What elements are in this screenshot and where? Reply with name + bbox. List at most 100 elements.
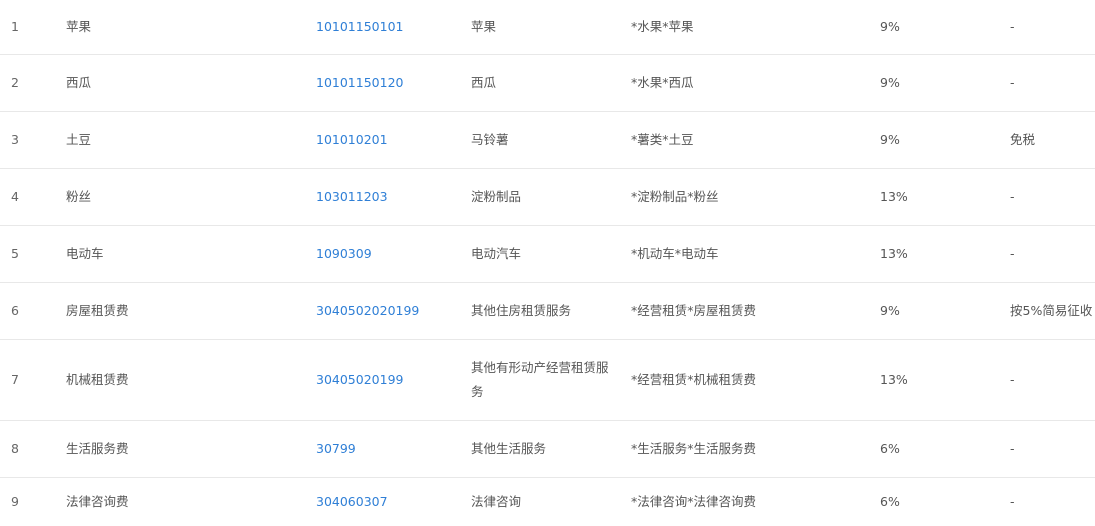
table-row[interactable]: 1 苹果 10101150101 苹果 *水果*苹果 9% - [0,0,1095,55]
tax-rate-cell: 13% [880,169,980,225]
product-name: 电动车 [66,246,104,261]
row-index-cell: 7 [11,340,51,420]
tax-code-link[interactable]: 304060307 [316,490,388,514]
short-name-cell: *法律咨询*法律咨询费 [631,478,861,526]
short-name-cell: *水果*西瓜 [631,55,861,111]
tax-category-cell: 马铃薯 [471,112,621,168]
tax-code-link-cell[interactable]: 103011203 [316,169,456,225]
preferential-policy-cell: - [1010,421,1095,477]
tax-rate: 6% [880,494,900,509]
tax-rate: 6% [880,441,900,456]
product-name: 机械租赁费 [66,372,129,387]
tax-code-link-cell[interactable]: 10101150120 [316,55,456,111]
preferential-policy-cell: - [1010,0,1095,54]
preferential-policy: - [1010,372,1015,387]
row-index-cell: 1 [11,0,51,54]
tax-code-link-cell[interactable]: 10101150101 [316,0,456,54]
tax-code-link[interactable]: 3040502020199 [316,299,419,323]
short-name-cell: *经营租赁*机械租赁费 [631,340,861,420]
tax-code-link[interactable]: 1090309 [316,242,372,266]
short-name-cell: *水果*苹果 [631,0,861,54]
table-row[interactable]: 9 法律咨询费 304060307 法律咨询 *法律咨询*法律咨询费 6% - [0,478,1095,526]
tax-rate: 13% [880,246,908,261]
tax-rate: 13% [880,189,908,204]
tax-code-link[interactable]: 10101150120 [316,71,403,95]
tax-code-link-cell[interactable]: 30799 [316,421,456,477]
tax-category: 其他生活服务 [471,441,547,456]
table-row[interactable]: 6 房屋租赁费 3040502020199 其他住房租赁服务 *经营租赁*房屋租赁费 9%… [0,283,1095,340]
tax-code-link-cell[interactable]: 1090309 [316,226,456,282]
tax-rate: 9% [880,19,900,34]
row-index: 2 [11,75,19,90]
short-name: *生活服务*生活服务费 [631,441,757,456]
tax-category: 其他有形动产经营租赁服务 [471,360,609,399]
short-name: *淀粉制品*粉丝 [631,189,719,204]
preferential-policy: - [1010,75,1015,90]
table-row[interactable]: 2 西瓜 10101150120 西瓜 *水果*西瓜 9% - [0,55,1095,112]
tax-category: 苹果 [471,19,497,34]
tax-rate: 9% [880,75,900,90]
preferential-policy: - [1010,246,1015,261]
tax-code-link[interactable]: 30799 [316,437,356,461]
short-name: *水果*苹果 [631,19,694,34]
product-name: 生活服务费 [66,441,129,456]
preferential-policy-cell: - [1010,55,1095,111]
preferential-policy-cell: - [1010,478,1095,526]
tax-code-link-cell[interactable]: 3040502020199 [316,283,456,339]
row-index-cell: 9 [11,478,51,526]
tax-category: 淀粉制品 [471,189,522,204]
tax-rate: 13% [880,372,908,387]
product-name-cell: 生活服务费 [66,421,286,477]
preferential-policy: - [1010,19,1015,34]
row-index: 3 [11,132,19,147]
tax-category-cell: 西瓜 [471,55,621,111]
tax-category: 法律咨询 [471,494,522,509]
preferential-policy: 免税 [1010,132,1036,147]
table-row[interactable]: 5 电动车 1090309 电动汽车 *机动车*电动车 13% - [0,226,1095,283]
row-index: 4 [11,189,19,204]
preferential-policy-cell: - [1010,169,1095,225]
tax-code-link[interactable]: 10101150101 [316,15,403,39]
short-name: *法律咨询*法律咨询费 [631,494,757,509]
tax-rate-cell: 13% [880,340,980,420]
tax-category-cell: 其他有形动产经营租赁服务 [471,340,621,420]
short-name: *经营租赁*机械租赁费 [631,372,757,387]
tax-code-link[interactable]: 101010201 [316,128,388,152]
table-row[interactable]: 7 机械租赁费 30405020199 其他有形动产经营租赁服务 *经营租赁*机械租赁费… [0,340,1095,421]
preferential-policy: - [1010,189,1015,204]
tax-code-link[interactable]: 30405020199 [316,368,403,392]
tax-code-link[interactable]: 103011203 [316,185,388,209]
preferential-policy: - [1010,441,1015,456]
tax-rate-cell: 9% [880,55,980,111]
product-name: 苹果 [66,19,92,34]
preferential-policy-cell: - [1010,226,1095,282]
tax-category-cell: 苹果 [471,0,621,54]
tax-code-link-cell[interactable]: 30405020199 [316,340,456,420]
short-name-cell: *经营租赁*房屋租赁费 [631,283,861,339]
tax-rate-cell: 6% [880,421,980,477]
tax-rate-cell: 9% [880,112,980,168]
tax-category: 马铃薯 [471,132,509,147]
table-row[interactable]: 8 生活服务费 30799 其他生活服务 *生活服务*生活服务费 6% - [0,421,1095,478]
tax-rate: 9% [880,303,900,318]
tax-code-link-cell[interactable]: 304060307 [316,478,456,526]
product-name: 房屋租赁费 [66,303,129,318]
table-row[interactable]: 3 土豆 101010201 马铃薯 *薯类*土豆 9% 免税 [0,112,1095,169]
product-name: 西瓜 [66,75,92,90]
tax-category-cell: 其他住房租赁服务 [471,283,621,339]
tax-category-cell: 其他生活服务 [471,421,621,477]
row-index-cell: 5 [11,226,51,282]
product-name-cell: 房屋租赁费 [66,283,286,339]
short-name-cell: *淀粉制品*粉丝 [631,169,861,225]
row-index-cell: 8 [11,421,51,477]
product-name: 法律咨询费 [66,494,129,509]
row-index-cell: 3 [11,112,51,168]
row-index-cell: 2 [11,55,51,111]
tax-rate-cell: 9% [880,0,980,54]
product-name: 粉丝 [66,189,92,204]
tax-rate-cell: 13% [880,226,980,282]
tax-code-link-cell[interactable]: 101010201 [316,112,456,168]
preferential-policy-cell: 按5%简易征收 [1010,283,1095,339]
product-name-cell: 苹果 [66,0,286,54]
table-row[interactable]: 4 粉丝 103011203 淀粉制品 *淀粉制品*粉丝 13% - [0,169,1095,226]
